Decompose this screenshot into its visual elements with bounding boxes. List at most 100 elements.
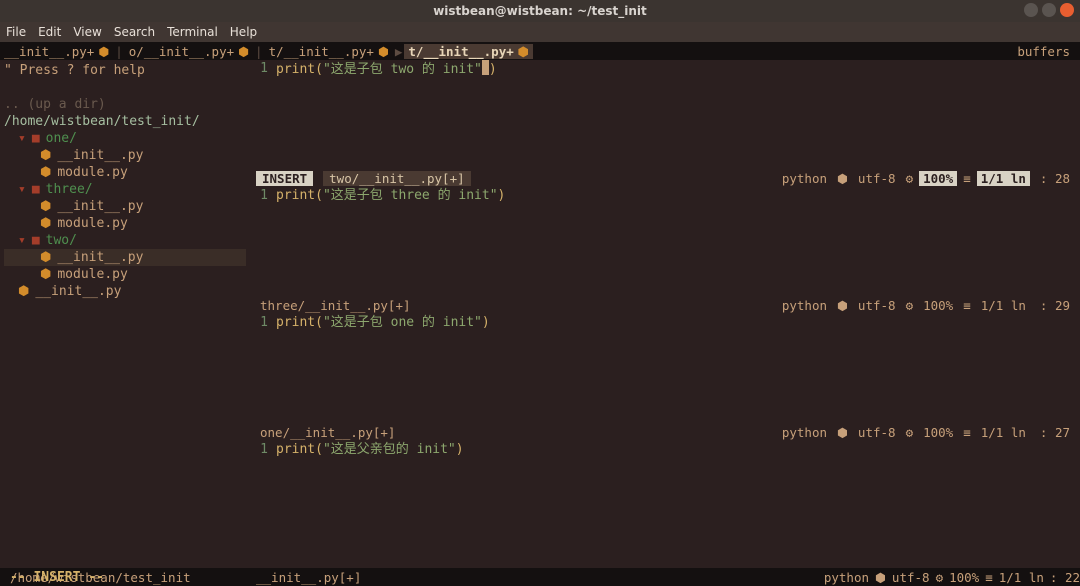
status-encoding: utf-8 [854, 298, 900, 313]
maximize-icon[interactable] [1042, 3, 1056, 17]
python-icon: ⬢ [98, 44, 109, 59]
status-filename: one/__init__.py[+] [256, 425, 399, 440]
python-icon: ⬢ [40, 198, 51, 215]
hamburger-icon [963, 171, 971, 186]
tab-label: t/__init__.py+ [408, 44, 513, 59]
tree-file-label: __init__.py [35, 283, 121, 300]
menu-view[interactable]: View [73, 25, 101, 39]
status-filename: three/__init__.py[+] [256, 298, 415, 313]
tree-folder-one[interactable]: ▾ ■ one/ [4, 130, 246, 147]
tab-two-init[interactable]: t/__init__.py+ ⬢ [404, 44, 532, 59]
code-line[interactable]: print("这是父亲包的 init") [276, 441, 464, 459]
status-filename: two/__init__.py[+] [323, 171, 470, 186]
python-icon: ⬢ [837, 298, 848, 313]
status-percent: 100% [949, 570, 979, 585]
menu-search[interactable]: Search [114, 25, 155, 39]
statusline-three: three/__init__.py[+] python ⬢ utf-8 100%… [250, 296, 1080, 314]
tree-file[interactable]: ⬢ module.py [4, 215, 246, 232]
tab-label: o/__init__.py+ [129, 44, 234, 59]
vim-mode-line: -- INSERT -- [10, 570, 104, 586]
tree-file-active[interactable]: ⬢ __init__.py [4, 249, 246, 266]
editor-pane-one[interactable]: 1 print("这是子包 one 的 init") one/__init__.… [250, 314, 1080, 441]
hamburger-icon [963, 298, 971, 313]
bottom-status-row: /home/wistbean/test_init __init__.py[+] … [0, 568, 1080, 586]
gear-icon: ⚙ [936, 570, 944, 585]
code-line[interactable]: print("这是子包 one 的 init") [276, 314, 490, 332]
gear-icon [906, 298, 914, 313]
minimize-icon[interactable] [1024, 3, 1038, 17]
line-number: 1 [250, 187, 276, 205]
line-number: 1 [250, 441, 276, 459]
text-cursor [482, 60, 489, 75]
tree-file[interactable]: ⬢ __init__.py [4, 147, 246, 164]
chevron-down-icon: ▾ [18, 130, 26, 147]
sidebar-help-text: " Press ? for help [4, 62, 246, 79]
tree-file[interactable]: ⬢ module.py [4, 266, 246, 283]
status-percent: 100% [919, 298, 957, 313]
tab-init-root[interactable]: __init__.py+ ⬢ [0, 44, 113, 59]
status-line-count: 1/1 ln [999, 570, 1044, 585]
status-line-count: 1/1 ln [977, 425, 1030, 440]
menu-terminal[interactable]: Terminal [167, 25, 218, 39]
menu-edit[interactable]: Edit [38, 25, 61, 39]
python-icon: ⬢ [378, 44, 389, 59]
window-title: wistbean@wistbean: ~/test_init [0, 4, 1080, 18]
menu-bar: File Edit View Search Terminal Help [0, 22, 1080, 42]
python-icon: ⬢ [40, 215, 51, 232]
status-encoding: utf-8 [854, 171, 900, 186]
status-column: : 27 [1036, 425, 1074, 440]
close-icon[interactable] [1060, 3, 1074, 17]
tree-file-label: module.py [57, 266, 127, 283]
line-number: 1 [250, 60, 276, 79]
python-icon: ⬢ [837, 171, 848, 186]
file-tree-sidebar[interactable]: " Press ? for help .. (up a dir) /home/w… [0, 60, 250, 568]
python-icon: ⬢ [238, 44, 249, 59]
chevron-down-icon: ▾ [18, 232, 26, 249]
tabline-right-label: buffers [1017, 44, 1080, 59]
status-line-count: 1/1 ln [977, 171, 1030, 186]
tree-file[interactable]: ⬢ __init__.py [4, 283, 246, 300]
folder-icon: ■ [32, 232, 40, 249]
menu-help[interactable]: Help [230, 25, 257, 39]
tree-file-label: module.py [57, 215, 127, 232]
python-icon: ⬢ [875, 570, 886, 585]
python-icon: ⬢ [40, 147, 51, 164]
tree-file-label: __init__.py [57, 147, 143, 164]
editor-pane-root[interactable]: 1 print("这是父亲包的 init") [250, 441, 1080, 568]
python-icon: ⬢ [40, 164, 51, 181]
mode-indicator: INSERT [256, 171, 313, 186]
editor-pane-three[interactable]: 1 print("这是子包 three 的 init") three/__ini… [250, 187, 1080, 314]
sidebar-up-dir[interactable]: .. (up a dir) [4, 96, 246, 113]
menu-file[interactable]: File [6, 25, 26, 39]
code-line[interactable]: print("这是子包 three 的 init") [276, 187, 505, 205]
python-icon: ⬢ [18, 283, 29, 300]
python-icon: ⬢ [518, 44, 529, 59]
chevron-down-icon: ▾ [18, 181, 26, 198]
tree-folder-three[interactable]: ▾ ■ three/ [4, 181, 246, 198]
window-titlebar: wistbean@wistbean: ~/test_init [0, 0, 1080, 22]
tree-folder-label: three/ [46, 181, 93, 198]
tree-file-label: __init__.py [57, 198, 143, 215]
tab-label: __init__.py+ [4, 44, 94, 59]
tab-one-init[interactable]: o/__init__.py+ ⬢ [125, 44, 253, 59]
statusline-two: INSERT two/__init__.py[+] python ⬢ utf-8… [250, 169, 1080, 187]
status-column: : 28 [1036, 171, 1074, 186]
tree-folder-two[interactable]: ▾ ■ two/ [4, 232, 246, 249]
vim-tabline: __init__.py+ ⬢ | o/__init__.py+ ⬢ | t/__… [0, 42, 1080, 60]
tab-three-init[interactable]: t/__init__.py+ ⬢ [265, 44, 393, 59]
status-column: : 29 [1036, 298, 1074, 313]
tab-separator: | [253, 44, 265, 59]
status-lang: python [778, 298, 831, 313]
tree-file-label: __init__.py [57, 249, 143, 266]
statusline-one: one/__init__.py[+] python ⬢ utf-8 100% 1… [250, 423, 1080, 441]
editor-pane-two[interactable]: 1 print("这是子包 two 的 init") INSERT two/__… [250, 60, 1080, 187]
tree-file[interactable]: ⬢ module.py [4, 164, 246, 181]
folder-icon: ■ [32, 181, 40, 198]
editor-splits: 1 print("这是子包 two 的 init") INSERT two/__… [250, 60, 1080, 568]
status-encoding: utf-8 [854, 425, 900, 440]
tab-label: t/__init__.py+ [269, 44, 374, 59]
folder-icon: ■ [32, 130, 40, 147]
code-line[interactable]: print("这是子包 two 的 init") [276, 60, 497, 79]
tree-file[interactable]: ⬢ __init__.py [4, 198, 246, 215]
status-percent: 100% [919, 171, 957, 186]
